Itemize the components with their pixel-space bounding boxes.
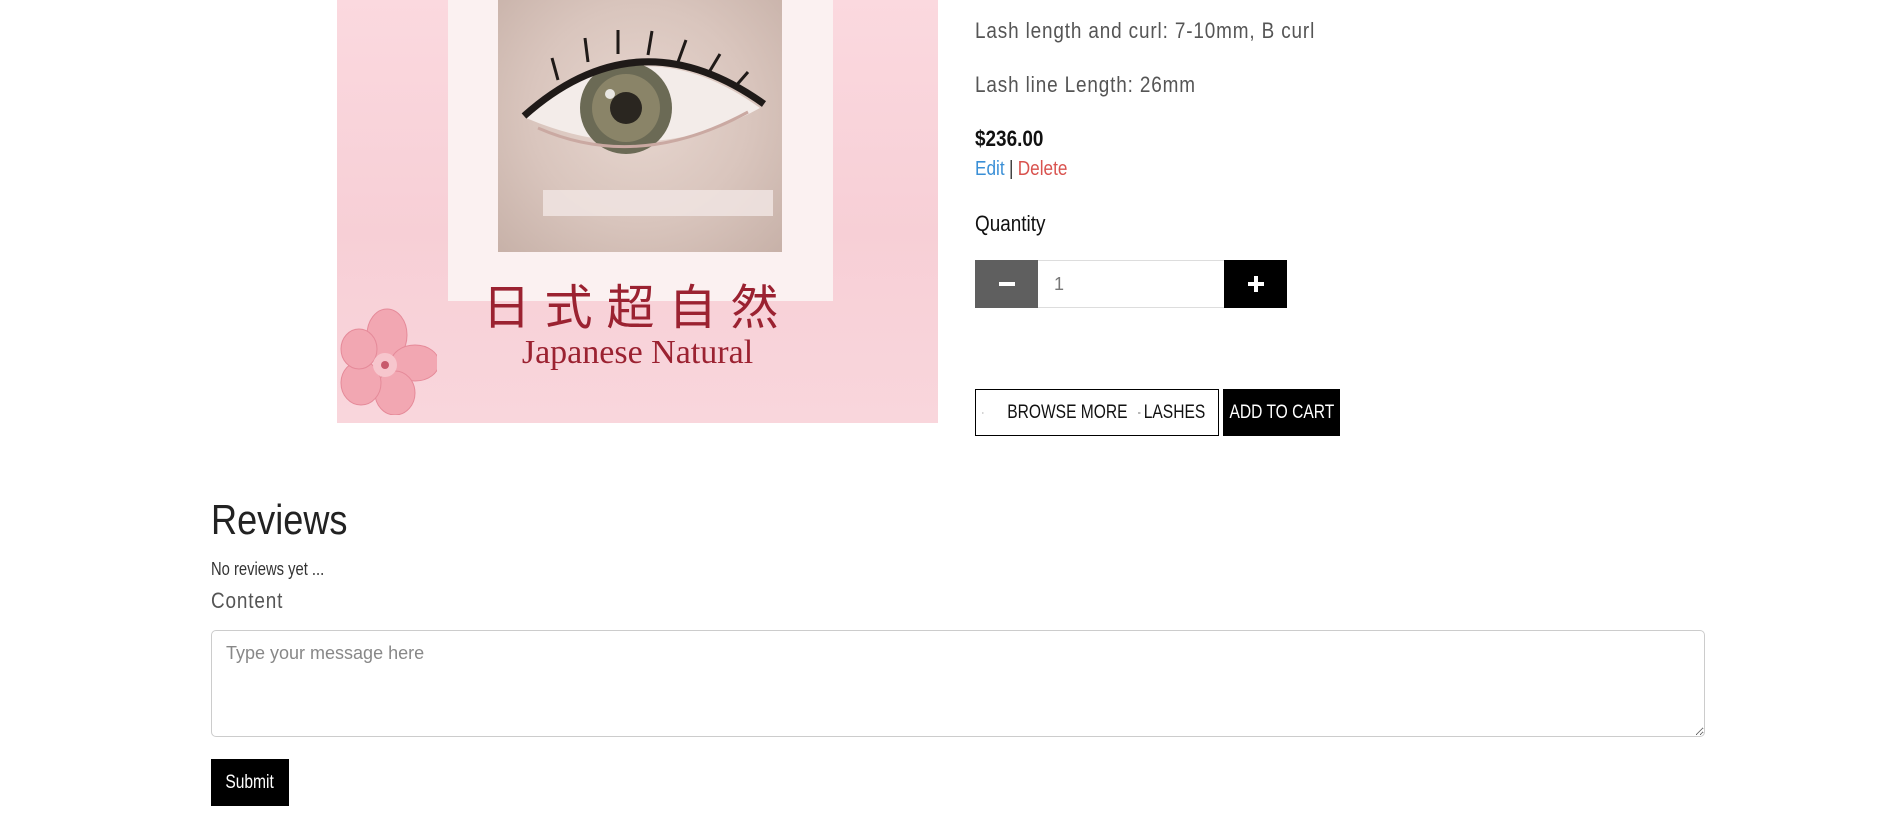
image-chinese-text: 日式超自然 <box>482 280 793 336</box>
decrement-button[interactable] <box>975 260 1038 308</box>
blur-bar <box>543 190 773 216</box>
add-to-cart-label: ADD TO CART <box>1229 401 1334 423</box>
submit-label: Submit <box>225 771 275 793</box>
edit-link[interactable]: Edit <box>975 158 1005 180</box>
link-separator: | <box>1008 158 1014 180</box>
no-reviews-text: No reviews yet ... <box>211 559 325 579</box>
delete-link[interactable]: Delete <box>1018 158 1068 180</box>
product-price: $236.00 <box>975 126 1044 151</box>
browse-label-prefix: BROWSE MORE <box>1006 401 1128 423</box>
browse-more-lashes-button[interactable]: BROWSE MORE LASHES <box>975 389 1219 436</box>
plus-icon <box>1247 276 1264 292</box>
submit-button[interactable]: Submit <box>211 759 289 806</box>
add-to-cart-button[interactable]: ADD TO CART <box>1223 389 1340 436</box>
reviews-title: Reviews <box>211 496 348 543</box>
increment-button[interactable] <box>1224 260 1287 308</box>
admin-links: Edit | Delete <box>975 158 1067 181</box>
spec-line-length: Lash line Length: 26mm <box>975 72 1196 97</box>
browse-label-suffix: LASHES <box>1143 401 1206 423</box>
quantity-label: Quantity <box>975 211 1046 236</box>
image-english-text: Japanese Natural <box>521 334 754 371</box>
minus-icon <box>998 282 1015 286</box>
spec-length-curl: Lash length and curl: 7-10mm, B curl <box>975 18 1316 43</box>
eye-photo <box>498 0 782 252</box>
review-message-input[interactable] <box>211 630 1705 737</box>
content-label: Content <box>211 588 284 613</box>
chevron-left-icon <box>982 411 984 414</box>
product-image: 日式超自然 Japanese Natural <box>337 0 938 423</box>
eye-icon <box>1138 411 1141 414</box>
quantity-input[interactable] <box>1038 260 1224 308</box>
quantity-stepper <box>975 260 1287 308</box>
